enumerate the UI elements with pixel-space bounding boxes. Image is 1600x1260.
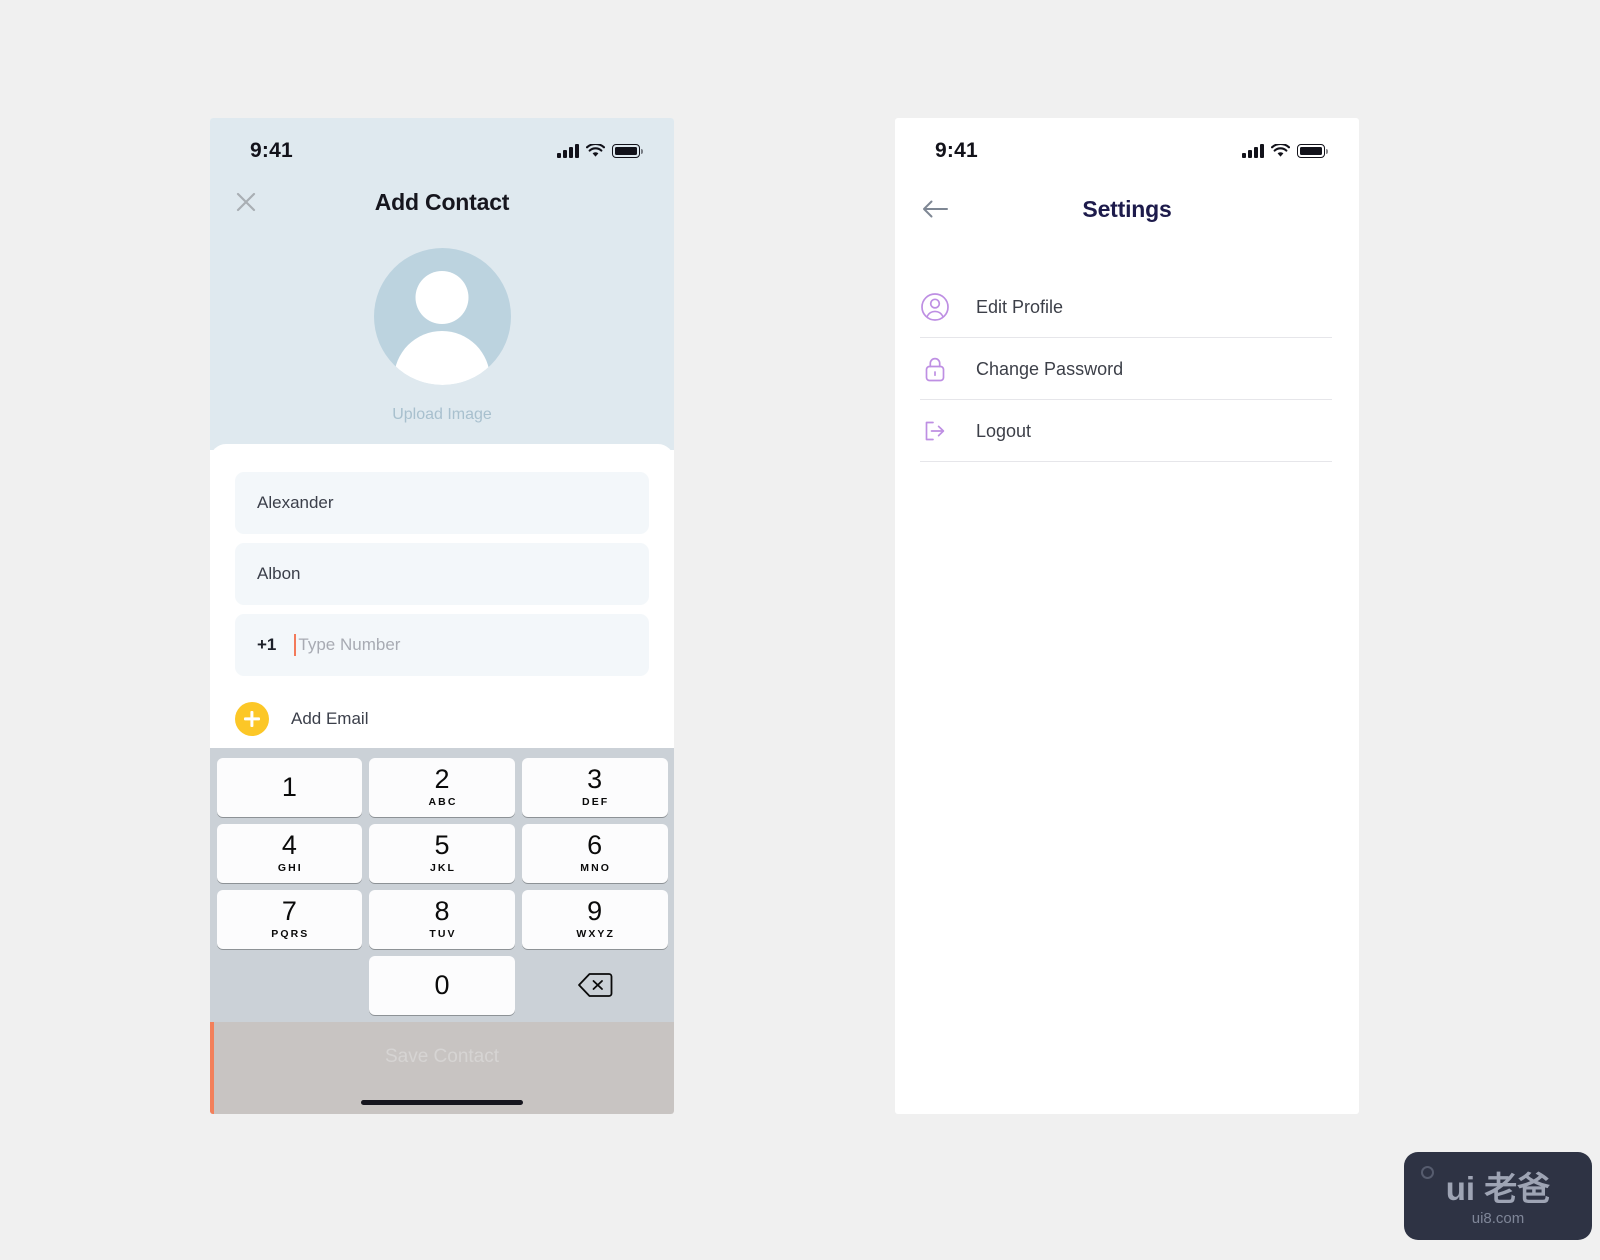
text-caret <box>294 634 297 656</box>
save-contact-label: Save Contact <box>384 1046 500 1067</box>
upload-image-label[interactable]: Upload Image <box>392 406 492 424</box>
first-name-field[interactable]: Alexander <box>235 472 649 534</box>
accent-stripe <box>210 1022 214 1114</box>
user-avatar-placeholder-icon[interactable] <box>373 248 511 385</box>
settings-item-label: Logout <box>976 420 1032 441</box>
logout-icon <box>920 416 958 446</box>
key-6-number: 6 <box>587 830 603 860</box>
add-contact-header: 9:41 Add Contact Upload Image <box>210 118 674 450</box>
wifi-icon <box>1271 144 1290 157</box>
avatar-head-shape <box>415 271 469 324</box>
settings-item-label: Change Password <box>976 358 1124 379</box>
avatar-upload-section: Upload Image <box>210 248 674 424</box>
avatar-body-shape <box>394 331 490 385</box>
settings-item-change-password[interactable]: Change Password <box>895 338 1332 400</box>
key-3[interactable]: 3 DEF <box>521 757 668 817</box>
key-2-letters: ABC <box>428 796 458 808</box>
settings-item-edit-profile[interactable]: Edit Profile <box>895 276 1332 338</box>
key-2-number: 2 <box>434 764 450 794</box>
key-1[interactable]: 1 <box>216 757 363 817</box>
key-9-number: 9 <box>587 896 603 926</box>
battery-icon <box>1297 144 1328 158</box>
key-blank <box>217 956 363 1015</box>
last-name-field[interactable]: Albon <box>235 543 649 605</box>
keypad-row: 0 <box>213 952 671 1018</box>
key-0[interactable]: 0 <box>369 955 515 1015</box>
numeric-keypad: 1 2 ABC 3 DEF 4 GHI 5 JKL 6 MNO 7 PQRS 8… <box>210 748 674 1022</box>
key-3-number: 3 <box>587 764 603 794</box>
watermark-subtitle: ui8.com <box>1471 1209 1525 1227</box>
key-9-letters: WXYZ <box>576 928 616 940</box>
key-7-letters: PQRS <box>271 928 310 940</box>
key-3-letters: DEF <box>582 796 610 808</box>
page-title: Settings <box>1082 195 1172 222</box>
phone-number-field[interactable]: +1 Type Number <box>235 614 649 676</box>
plus-icon <box>235 702 269 736</box>
settings-list: Edit Profile Change Password Logout <box>895 276 1359 462</box>
key-1-number: 1 <box>281 771 297 802</box>
lock-icon <box>920 354 958 384</box>
keypad-row: 4 GHI 5 JKL 6 MNO <box>213 820 671 886</box>
add-contact-navbar: Add Contact <box>210 174 674 230</box>
key-6-letters: MNO <box>580 862 612 874</box>
backspace-delete-icon[interactable] <box>522 956 668 1015</box>
status-bar-time: 9:41 <box>250 139 293 162</box>
phone-number-placeholder: Type Number <box>298 635 401 654</box>
key-0-number: 0 <box>434 969 450 1000</box>
key-7-number: 7 <box>281 896 297 926</box>
status-bar-time: 9:41 <box>935 139 978 162</box>
key-5[interactable]: 5 JKL <box>369 823 515 883</box>
watermark-badge: ui 老爸 ui8.com <box>1404 1152 1592 1240</box>
wifi-icon <box>586 144 605 157</box>
page-title: Add Contact <box>374 188 510 215</box>
close-icon[interactable] <box>231 187 261 217</box>
cellular-signal-icon <box>1242 144 1264 158</box>
user-circle-icon <box>920 292 958 322</box>
settings-screen: 9:41 Settings Edit Profile Change Passwo… <box>895 118 1359 1114</box>
key-4-number: 4 <box>281 830 297 860</box>
list-divider <box>920 461 1332 462</box>
key-4-letters: GHI <box>277 862 303 874</box>
battery-icon <box>612 144 643 158</box>
settings-item-label: Edit Profile <box>976 296 1064 317</box>
first-name-value: Alexander <box>257 493 334 512</box>
key-8-number: 8 <box>434 896 450 926</box>
key-5-letters: JKL <box>429 862 457 874</box>
screenshot-canvas: 9:41 Add Contact Upload Image Alexander … <box>0 0 1600 1260</box>
home-indicator <box>361 1100 523 1105</box>
add-contact-form-card: Alexander Albon +1 Type Number Add Email <box>210 444 674 756</box>
key-7[interactable]: 7 PQRS <box>216 889 363 949</box>
add-email-label: Add Email <box>291 709 369 728</box>
key-8[interactable]: 8 TUV <box>369 889 515 949</box>
key-6[interactable]: 6 MNO <box>521 823 668 883</box>
keypad-row: 7 PQRS 8 TUV 9 WXYZ <box>213 886 671 952</box>
keypad-row: 1 2 ABC 3 DEF <box>213 754 671 820</box>
status-bar: 9:41 <box>895 118 1359 174</box>
add-email-button[interactable]: Add Email <box>235 685 649 756</box>
key-4[interactable]: 4 GHI <box>216 823 363 883</box>
watermark-dot-icon <box>1421 1166 1434 1179</box>
status-bar: 9:41 <box>210 118 674 174</box>
settings-navbar: Settings <box>895 178 1359 240</box>
status-bar-icons <box>1242 144 1328 158</box>
status-bar-icons <box>557 144 643 158</box>
settings-item-logout[interactable]: Logout <box>895 400 1332 462</box>
watermark-title: ui 老爸 <box>1445 1169 1551 1207</box>
cellular-signal-icon <box>557 144 579 158</box>
arrow-left-icon[interactable] <box>919 193 951 225</box>
country-code-prefix: +1 <box>257 635 277 654</box>
key-8-letters: TUV <box>429 928 457 940</box>
key-5-number: 5 <box>434 830 450 860</box>
last-name-value: Albon <box>257 564 301 583</box>
add-contact-screen: 9:41 Add Contact Upload Image Alexander … <box>210 118 674 1114</box>
key-9[interactable]: 9 WXYZ <box>521 889 668 949</box>
key-2[interactable]: 2 ABC <box>369 757 515 817</box>
